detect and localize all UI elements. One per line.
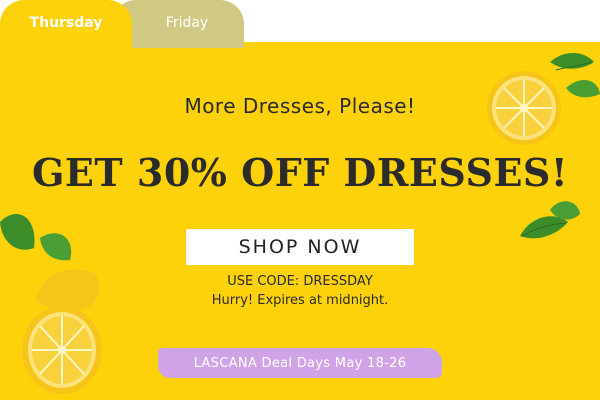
tab-friday-label: Friday (165, 15, 209, 31)
promo-headline: GET 30% OFF DRESSES! (31, 150, 569, 195)
promo-code-text: USE CODE: DRESSDAY (227, 274, 373, 289)
lemon-leaf-icon (520, 201, 580, 239)
tab-thursday[interactable]: Thursday (0, 0, 132, 48)
promo-expiry-text: Hurry! Expires at midnight. (211, 293, 389, 308)
shop-now-button[interactable]: SHOP NOW (186, 229, 414, 265)
tab-thursday-label: Thursday (29, 15, 103, 31)
deal-days-strip: LASCANA Deal Days May 18-26 (158, 348, 442, 378)
promo-subtitle: More Dresses, Please! (184, 94, 416, 118)
